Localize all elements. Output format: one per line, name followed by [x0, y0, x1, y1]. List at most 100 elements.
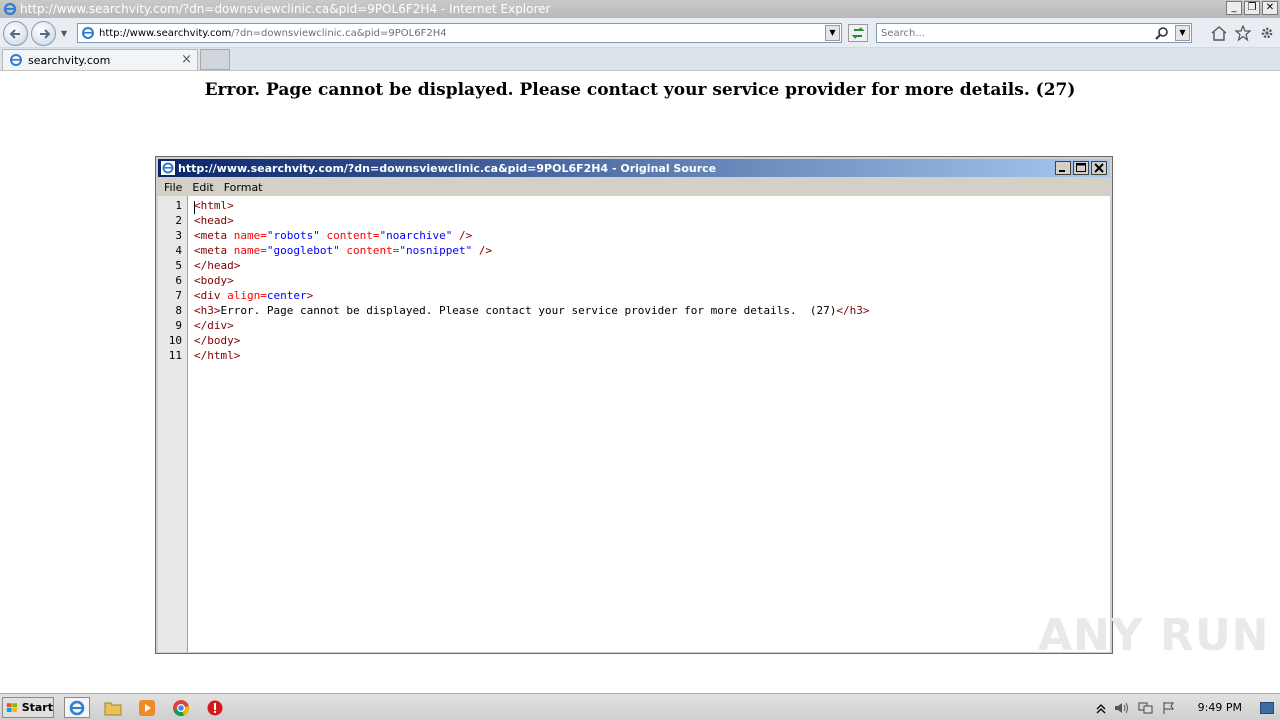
compatibility-refresh-button[interactable] [848, 24, 868, 42]
code-token: </body> [194, 334, 241, 347]
volume-icon[interactable] [1114, 701, 1130, 715]
code-line: <head> [194, 214, 234, 227]
navigation-bar: ▼ http://www.searchvity.com/?dn=downsvie… [0, 18, 1280, 48]
search-box[interactable]: ▼ [876, 23, 1192, 43]
code-token: <h3> [194, 304, 221, 317]
code-token: <meta [194, 244, 234, 257]
favorites-star-icon[interactable] [1234, 25, 1252, 41]
line-number: 3 [175, 229, 182, 242]
back-arrow-icon [9, 29, 20, 39]
code-line: <div align=center> [194, 289, 313, 302]
line-number: 1 [175, 199, 182, 212]
tab-searchvity[interactable]: searchvity.com × [2, 49, 198, 70]
code-token: <head> [194, 214, 234, 227]
source-code-editor[interactable]: 1 2 3 4 5 6 7 8 9 10 11 <html> <head> <meta name="ro… [158, 196, 1110, 652]
tab-row: searchvity.com × [0, 48, 1280, 71]
line-number: 9 [175, 319, 182, 332]
internet-explorer-icon [69, 700, 85, 715]
source-maximize-button[interactable] [1073, 161, 1089, 175]
action-center-flag-icon[interactable] [1162, 701, 1176, 715]
new-tab-button[interactable] [200, 49, 230, 70]
code-token: <div [194, 289, 228, 302]
taskbar-chrome[interactable] [168, 697, 194, 718]
code-token: </h3> [836, 304, 870, 317]
code-token: "nosnippet" [399, 244, 473, 257]
code-token: "noarchive" [379, 229, 453, 242]
line-number: 5 [175, 259, 182, 272]
code-token: </div> [194, 319, 234, 332]
maximize-icon [1076, 163, 1086, 172]
source-close-button[interactable] [1091, 161, 1107, 175]
code-token: name= [233, 229, 267, 242]
back-button[interactable] [3, 21, 28, 46]
tools-gear-icon[interactable] [1258, 25, 1276, 41]
line-number: 2 [175, 214, 182, 227]
line-number: 4 [175, 244, 182, 257]
source-minimize-button[interactable] [1055, 161, 1071, 175]
code-token: > [306, 289, 314, 302]
code-token: content= [319, 229, 380, 242]
code-line: <html> [194, 199, 234, 212]
forward-button[interactable] [31, 21, 56, 46]
source-window-controls [1055, 161, 1107, 175]
code-token: <body> [194, 274, 234, 287]
menu-format[interactable]: Format [224, 181, 263, 194]
page-favicon-icon [82, 27, 94, 39]
start-label: Start [21, 701, 53, 714]
close-button[interactable]: ✕ [1262, 1, 1278, 15]
restore-button[interactable]: ❐ [1244, 1, 1260, 15]
code-line: <body> [194, 274, 234, 287]
minimize-button[interactable]: _ [1226, 1, 1242, 15]
code-line: </head> [194, 259, 240, 272]
source-window-ie-icon [161, 161, 175, 175]
taskbar-security-app[interactable] [202, 697, 228, 718]
code-token: Error. Page cannot be displayed. Please … [220, 304, 837, 317]
address-dropdown-button[interactable]: ▼ [825, 25, 840, 41]
code-line: </html> [194, 349, 240, 362]
red-alert-icon [207, 700, 223, 715]
network-icon[interactable] [1138, 701, 1154, 715]
close-icon [1094, 163, 1104, 173]
window-controls: _ ❐ ✕ [1226, 1, 1278, 15]
code-line: <meta name="robots" content="noarchive" … [194, 229, 472, 242]
ie-title-bar: http://www.searchvity.com/?dn=downsviewc… [0, 0, 1280, 18]
history-dropdown-icon[interactable]: ▼ [61, 29, 67, 38]
system-tray: 9:49 PM [1096, 694, 1280, 720]
tab-close-icon[interactable]: × [181, 52, 192, 67]
taskbar-media-player[interactable] [134, 697, 160, 718]
search-dropdown-button[interactable]: ▼ [1175, 25, 1190, 41]
source-viewer-window: http://www.searchvity.com/?dn=downsviewc… [155, 156, 1113, 654]
code-line: <h3>Error. Page cannot be displayed. Ple… [194, 304, 870, 317]
address-url[interactable]: http://www.searchvity.com/?dn=downsviewc… [99, 28, 447, 39]
tab-label: searchvity.com [28, 53, 111, 67]
menu-file[interactable]: File [164, 181, 182, 194]
code-token: "googlebot" [266, 244, 340, 257]
code-token: "robots" [266, 229, 320, 242]
taskbar-internet-explorer[interactable] [64, 697, 90, 718]
tab-favicon-icon [10, 54, 22, 66]
windows-logo-icon [6, 702, 18, 712]
line-number: 6 [175, 274, 182, 287]
address-bar[interactable]: http://www.searchvity.com/?dn=downsviewc… [77, 23, 842, 43]
home-icon[interactable] [1210, 25, 1228, 41]
menu-edit[interactable]: Edit [192, 181, 213, 194]
source-window-title: http://www.searchvity.com/?dn=downsviewc… [178, 161, 717, 175]
internet-explorer-icon [3, 2, 17, 16]
code-token: <html> [194, 199, 234, 212]
toolbar-icons [1210, 25, 1276, 41]
window-title: http://www.searchvity.com/?dn=downsviewc… [20, 2, 551, 16]
code-token: center [266, 289, 307, 302]
taskbar-clock[interactable]: 9:49 PM [1198, 701, 1242, 714]
show-desktop-button[interactable] [1260, 701, 1274, 714]
search-icon[interactable] [1155, 26, 1169, 40]
source-menu-bar: File Edit Format [158, 178, 1110, 196]
search-input[interactable] [881, 27, 1151, 39]
chrome-icon [173, 699, 190, 716]
line-number-gutter: 1 2 3 4 5 6 7 8 9 10 11 [158, 196, 188, 652]
line-number: 8 [175, 304, 182, 317]
taskbar-file-explorer[interactable] [100, 697, 126, 718]
start-button[interactable]: Start [2, 697, 54, 718]
show-hidden-icons-icon[interactable] [1096, 702, 1106, 714]
source-window-title-bar[interactable]: http://www.searchvity.com/?dn=downsviewc… [158, 159, 1110, 177]
line-number: 10 [168, 334, 182, 347]
